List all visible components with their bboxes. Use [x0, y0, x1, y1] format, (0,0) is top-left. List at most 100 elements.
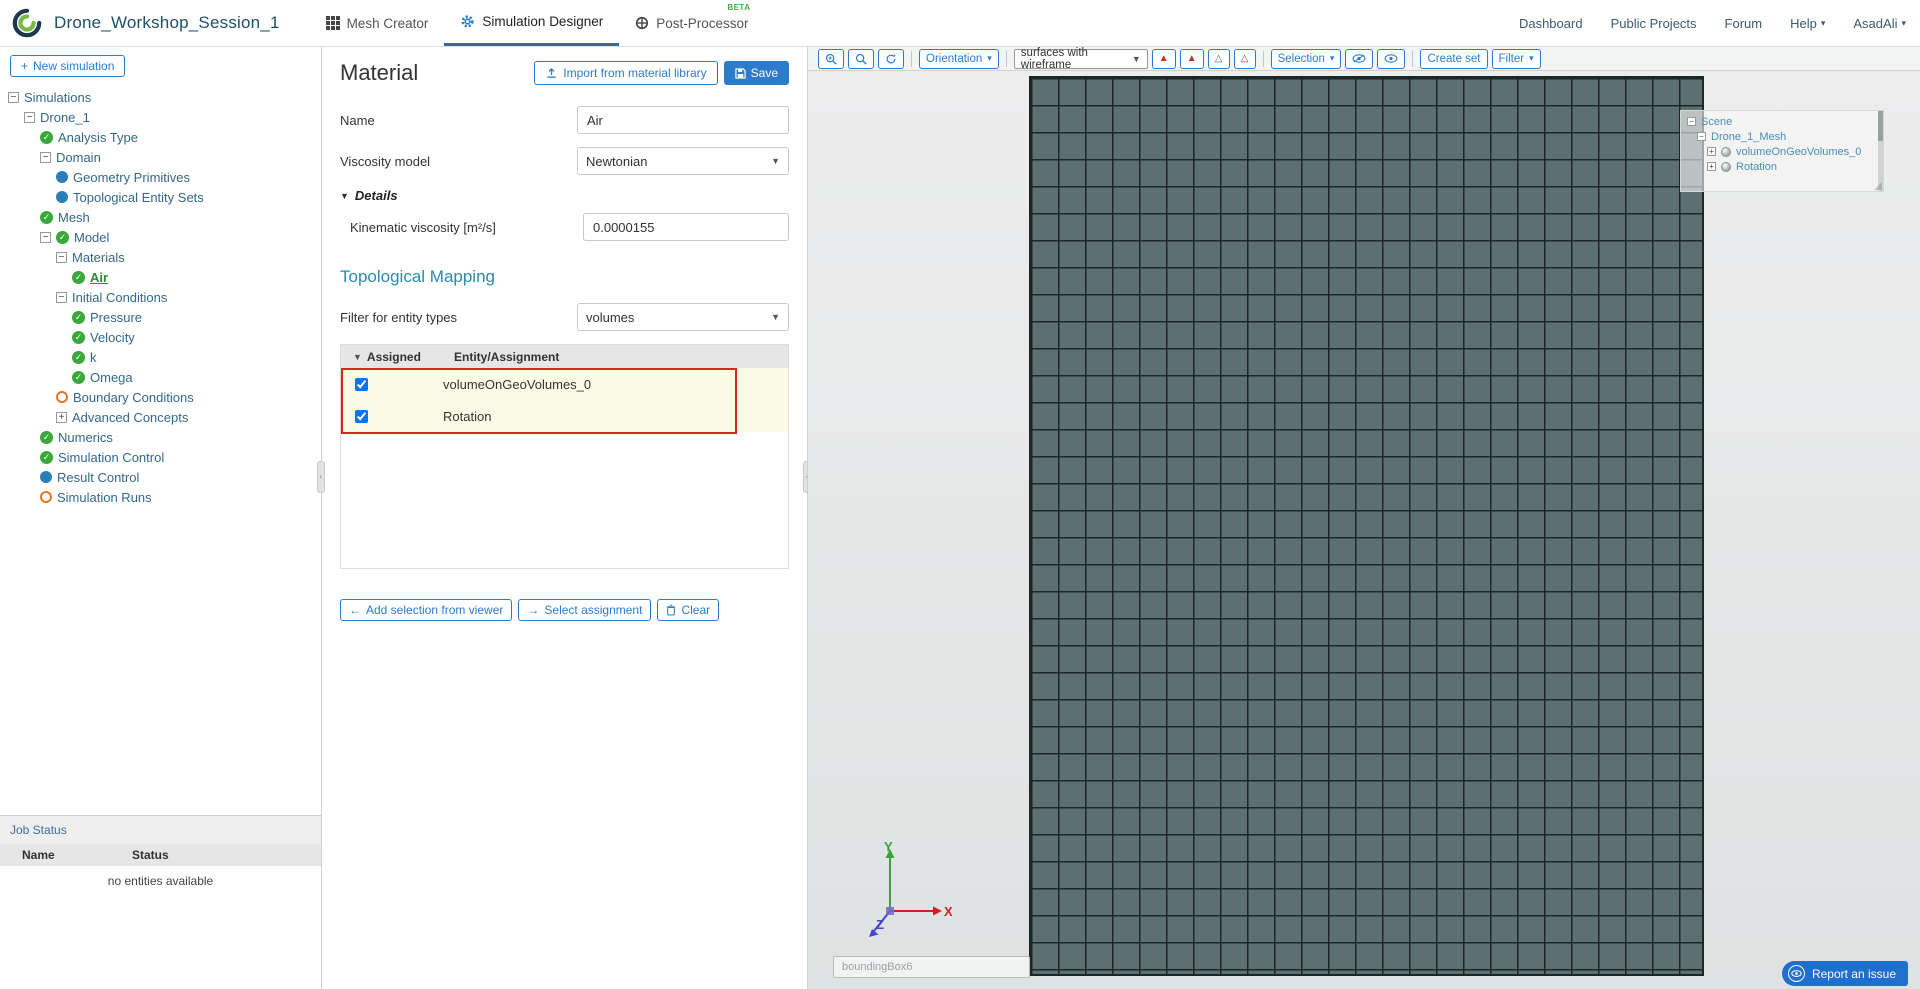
- save-button[interactable]: Save: [724, 61, 789, 85]
- axis-triad: Y X Z: [862, 839, 952, 949]
- scene-node-label: Drone_1_Mesh: [1711, 131, 1786, 143]
- viscosity-model-select[interactable]: Newtonian ▼: [577, 147, 789, 175]
- name-input[interactable]: [577, 106, 789, 134]
- expand-expander-icon[interactable]: +: [1707, 147, 1716, 156]
- tree-item-velocity[interactable]: ✓Velocity: [0, 327, 321, 347]
- new-simulation-button[interactable]: + New simulation: [10, 55, 125, 77]
- report-issue-button[interactable]: Report an issue: [1782, 961, 1908, 986]
- hide-selection-button[interactable]: [1345, 49, 1373, 69]
- expand-expander-icon[interactable]: +: [1707, 162, 1716, 171]
- tree-item-label: Materials: [72, 250, 125, 265]
- collapse-expander-icon[interactable]: −: [8, 92, 19, 103]
- tree-item-initial-conditions[interactable]: −Initial Conditions: [0, 287, 321, 307]
- assignment-row-volumeongeovolumes-0[interactable]: volumeOnGeoVolumes_0: [341, 368, 788, 400]
- scene-tree-resize-handle[interactable]: [1874, 182, 1882, 190]
- tree-item-boundary-conditions[interactable]: Boundary Conditions: [0, 387, 321, 407]
- simulation-tree-sidebar: + New simulation −Simulations−Drone_1✓An…: [0, 47, 322, 989]
- tab-post-processor[interactable]: BETA Post-Processor: [619, 0, 764, 46]
- collapse-expander-icon[interactable]: −: [56, 292, 67, 303]
- tab-mesh-creator[interactable]: Mesh Creator: [310, 0, 445, 46]
- pick-edge-filter-button[interactable]: △: [1208, 49, 1230, 69]
- tree-item-k[interactable]: ✓k: [0, 347, 321, 367]
- simscale-logo[interactable]: [12, 0, 42, 46]
- material-panel-header: Material Import from material library: [340, 60, 789, 86]
- selection-menu-button[interactable]: Selection ▾: [1271, 49, 1342, 69]
- scene-tree-scrollbar[interactable]: [1878, 111, 1883, 191]
- zoom-to-fit-button[interactable]: [848, 49, 874, 69]
- tree-item-omega[interactable]: ✓Omega: [0, 367, 321, 387]
- tree-item-advanced-concepts[interactable]: +Advanced Concepts: [0, 407, 321, 427]
- scene-node-volumeongeovolumes-0[interactable]: +volumeOnGeoVolumes_0: [1687, 144, 1873, 159]
- tree-item-label: Domain: [56, 150, 101, 165]
- collapse-expander-icon[interactable]: −: [24, 112, 35, 123]
- details-toggle[interactable]: ▼ Details: [340, 188, 789, 203]
- tree-item-result-control[interactable]: Result Control: [0, 467, 321, 487]
- tab-simulation-designer[interactable]: Simulation Designer: [444, 0, 619, 46]
- collapse-expander-icon[interactable]: −: [56, 252, 67, 263]
- tree-item-simulation-runs[interactable]: Simulation Runs: [0, 487, 321, 507]
- collapse-caret-icon: ▼: [340, 191, 349, 201]
- nav-dashboard[interactable]: Dashboard: [1519, 16, 1583, 31]
- collapse-expander-icon[interactable]: −: [40, 232, 51, 243]
- assignment-table: ▼ Assigned Entity/Assignment volumeOnGeo…: [340, 344, 789, 569]
- collapse-expander-icon[interactable]: −: [1687, 117, 1696, 126]
- clear-button[interactable]: Clear: [657, 599, 719, 621]
- details-body: Kinematic viscosity [m²/s]: [340, 213, 789, 241]
- arrow-left-icon: ←: [349, 603, 361, 617]
- entity-column-header: Entity/Assignment: [454, 350, 559, 364]
- assignment-checkbox[interactable]: [355, 378, 368, 391]
- tree-item-simulations[interactable]: −Simulations: [0, 87, 321, 107]
- tree-item-air[interactable]: ✓Air: [0, 267, 321, 287]
- collapse-expander-icon[interactable]: −: [40, 152, 51, 163]
- collapse-expander-icon[interactable]: −: [1697, 132, 1706, 141]
- entity-type-select[interactable]: volumes ▼: [577, 303, 789, 331]
- pick-volume-filter-button[interactable]: △: [1234, 49, 1256, 69]
- status-complete-icon: ✓: [40, 451, 53, 464]
- zoom-in-button[interactable]: [818, 49, 844, 69]
- tree-item-model[interactable]: −✓Model: [0, 227, 321, 247]
- expand-expander-icon[interactable]: +: [56, 412, 67, 423]
- tree-item-drone-1[interactable]: −Drone_1: [0, 107, 321, 127]
- show-all-button[interactable]: [1377, 49, 1405, 69]
- assignment-checkbox[interactable]: [355, 410, 368, 423]
- assignment-row-rotation[interactable]: Rotation: [341, 400, 788, 432]
- triangle-outline-icon: △: [1215, 53, 1223, 64]
- scene-node-drone-1-mesh[interactable]: −Drone_1_Mesh: [1687, 129, 1873, 144]
- bounding-box-name-input[interactable]: [833, 956, 1030, 978]
- top-header: Drone_Workshop_Session_1 Mesh Creator Si…: [0, 0, 1920, 47]
- filter-menu-button[interactable]: Filter ▾: [1492, 49, 1541, 69]
- scene-node-scene[interactable]: −Scene: [1687, 114, 1873, 129]
- tree-item-mesh[interactable]: ✓Mesh: [0, 207, 321, 227]
- scene-node-label: Rotation: [1736, 161, 1777, 173]
- select-assignment-button[interactable]: → Select assignment: [518, 599, 651, 621]
- mesh-wireframe-model[interactable]: [1029, 76, 1704, 976]
- tree-item-simulation-control[interactable]: ✓Simulation Control: [0, 447, 321, 467]
- pick-surface-filter-button[interactable]: ▲: [1180, 49, 1204, 69]
- sidebar-resize-handle[interactable]: ‹: [317, 461, 325, 493]
- tree-item-domain[interactable]: −Domain: [0, 147, 321, 167]
- tree-item-numerics[interactable]: ✓Numerics: [0, 427, 321, 447]
- tree-item-materials[interactable]: −Materials: [0, 247, 321, 267]
- nav-help-menu[interactable]: Help▾: [1790, 16, 1825, 31]
- nav-user-menu[interactable]: AsadAli▾: [1853, 16, 1906, 31]
- create-set-button[interactable]: Create set: [1420, 49, 1487, 69]
- tree-item-topological-entity-sets[interactable]: Topological Entity Sets: [0, 187, 321, 207]
- render-mode-select[interactable]: surfaces with wireframe ▼: [1014, 49, 1148, 69]
- nav-public-projects[interactable]: Public Projects: [1611, 16, 1697, 31]
- assigned-column-header[interactable]: ▼ Assigned: [341, 350, 454, 364]
- pick-face-filter-button[interactable]: ▲: [1152, 49, 1176, 69]
- orientation-button[interactable]: Orientation ▾: [919, 49, 999, 69]
- tree-item-geometry-primitives[interactable]: Geometry Primitives: [0, 167, 321, 187]
- import-material-button[interactable]: Import from material library: [534, 61, 717, 85]
- tree-item-pressure[interactable]: ✓Pressure: [0, 307, 321, 327]
- sort-caret-icon: ▼: [353, 352, 362, 362]
- scene-node-rotation[interactable]: + Rotation: [1687, 159, 1873, 174]
- reset-view-button[interactable]: [878, 49, 904, 69]
- add-selection-button[interactable]: ← Add selection from viewer: [340, 599, 512, 621]
- toolbar-separator: [1006, 51, 1007, 67]
- viewport-3d[interactable]: −Scene−Drone_1_Mesh+volumeOnGeoVolumes_0…: [808, 71, 1920, 989]
- tree-item-analysis-type[interactable]: ✓Analysis Type: [0, 127, 321, 147]
- kinematic-viscosity-input[interactable]: [583, 213, 789, 241]
- chevron-down-icon: ▾: [1821, 18, 1826, 29]
- nav-forum[interactable]: Forum: [1725, 16, 1763, 31]
